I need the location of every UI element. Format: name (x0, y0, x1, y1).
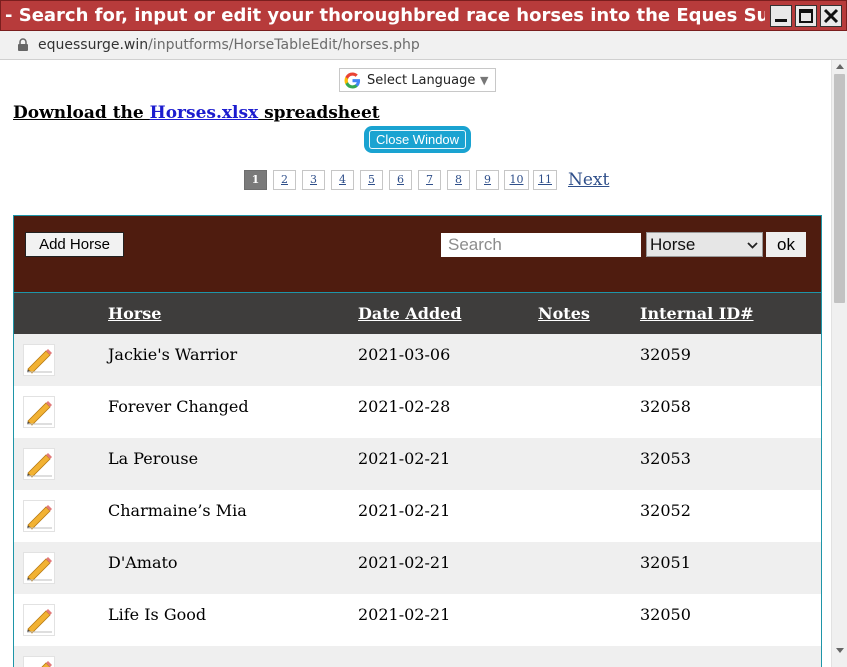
column-header-horse[interactable]: Horse (108, 303, 161, 325)
page-link-10[interactable]: 10 (504, 170, 529, 190)
edit-row-button[interactable] (23, 656, 55, 667)
cell-horse: Jackie's Warrior (108, 345, 238, 364)
table-row: Jackie's Warrior 2021-03-06 32059 (14, 334, 821, 386)
google-g-icon (344, 72, 361, 89)
edit-row-button[interactable] (23, 552, 55, 584)
maximize-icon (799, 9, 813, 23)
column-header-date-added[interactable]: Date Added (358, 303, 462, 325)
close-icon (823, 8, 839, 24)
page-link-5[interactable]: 5 (360, 170, 383, 190)
chevron-down-icon (747, 242, 758, 249)
window-titlebar[interactable]: - Search for, input or edit your thoroug… (0, 0, 847, 31)
url-domain: equessurge.win (38, 37, 149, 53)
search-field-select[interactable]: Horse (646, 232, 763, 257)
page-link-2[interactable]: 2 (273, 170, 296, 190)
column-header-notes[interactable]: Notes (538, 303, 590, 325)
cell-horse: Charmaine’s Mia (108, 501, 247, 520)
scrollbar-thumb[interactable] (834, 74, 845, 303)
download-line: Download the Horses.xlsx spreadsheet (13, 103, 380, 123)
table-toolbar: Add Horse Horse ok (14, 216, 821, 292)
page-link-9[interactable]: 9 (476, 170, 499, 190)
page-link-7[interactable]: 7 (418, 170, 441, 190)
table-header: Horse Date Added Notes Internal ID# (14, 292, 821, 334)
cell-horse: Forever Changed (108, 397, 249, 416)
horse-table-panel: Add Horse Horse ok Horse Date Added Note… (13, 215, 822, 667)
url-path: /inputforms/HorseTableEdit/horses.php (148, 37, 420, 53)
table-row: La Perouse 2021-02-21 32053 (14, 438, 821, 490)
page-link-4[interactable]: 4 (331, 170, 354, 190)
search-field-value: Horse (650, 235, 696, 254)
vertical-scrollbar[interactable] (831, 60, 847, 667)
pencil-edit-icon (27, 557, 52, 582)
table-row: Life Is Good 2021-02-21 32050 (14, 594, 821, 646)
minimize-icon (775, 19, 787, 22)
scroll-down-arrow-icon[interactable] (835, 647, 845, 654)
cell-horse: Life Is Good (108, 605, 207, 624)
cell-horse: La Perouse (108, 449, 199, 468)
cell-internal-id: 32059 (640, 345, 691, 364)
table-row: Forever Changed 2021-02-28 32058 (14, 386, 821, 438)
cell-date-added: 2021-03-06 (358, 345, 451, 364)
page-link-3[interactable]: 3 (302, 170, 325, 190)
cell-date-added: 2021-02-21 (358, 605, 451, 624)
page-link-11[interactable]: 11 (533, 170, 557, 190)
edit-row-button[interactable] (23, 500, 55, 532)
pencil-edit-icon (41, 661, 52, 667)
pencil-edit-icon (27, 401, 52, 426)
pencil-edit-icon (27, 505, 52, 530)
pencil-edit-icon (27, 609, 52, 634)
search-input[interactable] (441, 233, 641, 257)
cell-horse: D'Amato (108, 553, 178, 572)
download-xlsx-link[interactable]: Horses.xlsx (150, 103, 259, 123)
table-row (14, 646, 821, 667)
page-link-8[interactable]: 8 (447, 170, 470, 190)
edit-row-button[interactable] (23, 604, 55, 636)
cell-date-added: 2021-02-21 (358, 501, 451, 520)
page-link-1[interactable]: 1 (244, 170, 267, 190)
pagination: 1 2 3 4 5 6 7 8 9 10 11 Next (0, 169, 831, 193)
lock-icon (18, 38, 28, 51)
pencil-edit-icon (27, 349, 52, 374)
search-ok-button[interactable]: ok (766, 232, 806, 257)
edit-row-button[interactable] (23, 396, 55, 428)
url-text[interactable]: equessurge.win/inputforms/HorseTableEdit… (38, 36, 420, 54)
cell-internal-id: 32051 (640, 553, 691, 572)
cell-internal-id: 32058 (640, 397, 691, 416)
language-select-label: Select Language (367, 73, 476, 88)
edit-row-button[interactable] (23, 448, 55, 480)
column-header-internal-id[interactable]: Internal ID# (640, 303, 754, 325)
next-page-link[interactable]: Next (568, 169, 609, 191)
language-select[interactable]: Select Language ▼ (339, 68, 496, 92)
table-body: Jackie's Warrior 2021-03-06 32059 Foreve… (14, 334, 821, 667)
download-suffix: spreadsheet (258, 103, 380, 123)
cell-internal-id: 32050 (640, 605, 691, 624)
close-window-label: Close Window (369, 130, 466, 149)
close-window-button[interactable]: Close Window (364, 126, 471, 153)
window-title: - Search for, input or edit your thoroug… (5, 5, 765, 26)
pencil-edit-icon (27, 453, 52, 478)
scroll-up-arrow-icon[interactable] (835, 63, 845, 70)
dropdown-caret-icon: ▼ (480, 74, 489, 87)
cell-internal-id: 32052 (640, 501, 691, 520)
page-content: Select Language ▼ Download the Horses.xl… (0, 60, 831, 667)
minimize-button[interactable] (770, 5, 792, 27)
maximize-button[interactable] (795, 5, 817, 27)
cell-date-added: 2021-02-21 (358, 553, 451, 572)
table-row: Charmaine’s Mia 2021-02-21 32052 (14, 490, 821, 542)
cell-date-added: 2021-02-21 (358, 449, 451, 468)
add-horse-button[interactable]: Add Horse (25, 232, 124, 257)
edit-row-button[interactable] (23, 344, 55, 376)
cell-internal-id: 32053 (640, 449, 691, 468)
page-link-6[interactable]: 6 (389, 170, 412, 190)
download-prefix: Download the (13, 103, 150, 123)
close-button[interactable] (820, 5, 842, 27)
address-bar[interactable]: equessurge.win/inputforms/HorseTableEdit… (0, 31, 847, 60)
cell-date-added: 2021-02-28 (358, 397, 451, 416)
table-row: D'Amato 2021-02-21 32051 (14, 542, 821, 594)
